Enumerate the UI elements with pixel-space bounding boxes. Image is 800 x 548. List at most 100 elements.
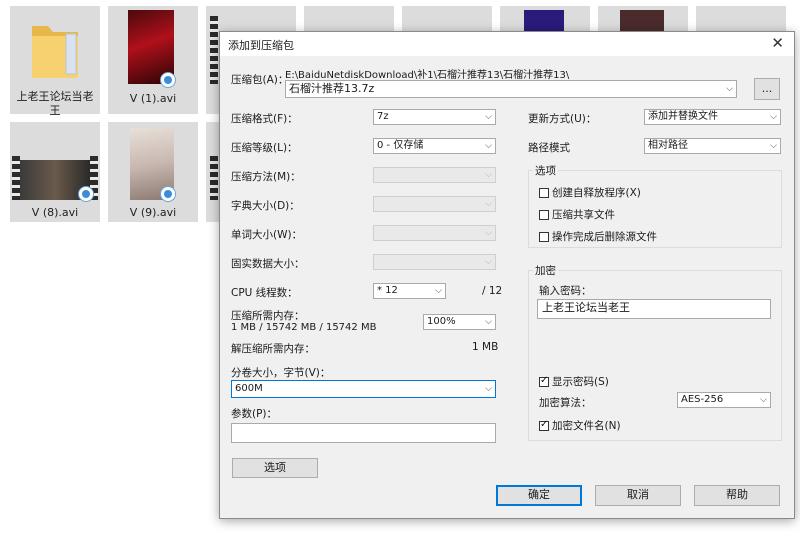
checkbox-checked-icon [539,419,549,431]
demem-value: 1 MB [472,341,499,353]
params-input[interactable] [231,423,496,443]
archive-path: E:\BaiduNetdiskDownload\补1\石榴汁推荐13\石榴汁推荐… [285,70,570,81]
file-tile-v8[interactable]: V (8).avi [10,122,100,222]
method-label: 压缩方法(M)： [231,171,301,183]
chevron-down-icon: ⌵ [770,112,777,122]
chevron-down-icon: ⌵ [485,141,492,151]
close-icon[interactable]: ✕ [771,34,784,52]
film-strip-icon [210,16,218,84]
chevron-down-icon: ⌵ [485,112,492,122]
delete-checkbox[interactable]: 操作完成后删除源文件 [539,229,657,244]
archive-name-combo[interactable]: 石榴汁推荐13.7z ⌵ [285,80,737,98]
level-select[interactable]: 0 - 仅存储 ⌵ [373,138,496,154]
add-to-archive-dialog: 添加到压缩包 ✕ 压缩包(A)： E:\BaiduNetdiskDownload… [219,31,795,519]
format-label: 压缩格式(F)： [231,113,298,125]
file-name: V (9).avi [129,206,177,219]
dict-label: 字典大小(D)： [231,200,300,212]
archive-label: 压缩包(A)： [231,74,289,86]
sfx-label: 创建自释放程序(X) [552,187,641,199]
cancel-button[interactable]: 取消 [595,485,681,506]
chevron-down-icon: ⌵ [485,257,492,267]
update-label: 更新方式(U)： [528,113,597,125]
shortcut-badge-icon [160,186,176,202]
encryption-method-label: 加密算法： [539,397,592,409]
update-select[interactable]: 添加并替换文件 ⌵ [644,109,781,125]
update-value: 添加并替换文件 [648,111,718,122]
sfx-checkbox[interactable]: 创建自释放程序(X) [539,185,641,200]
path-mode-value: 相对路径 [648,140,688,151]
mem-detail: 1 MB / 15742 MB / 15742 MB [231,322,377,333]
file-tile-partial[interactable] [500,6,590,32]
file-tile-partial[interactable] [304,6,394,32]
path-mode-label: 路径模式 [528,142,570,154]
show-password-checkbox[interactable]: 显示密码(S) [539,374,609,389]
cpu-select[interactable]: * 12 ⌵ [373,283,446,299]
chevron-down-icon: ⌵ [485,228,492,238]
checkbox-icon [539,210,549,220]
shared-checkbox[interactable]: 压缩共享文件 [539,207,615,222]
shortcut-badge-icon [78,186,94,202]
file-tile-v9[interactable]: V (9).avi [108,122,198,222]
encrypt-names-label: 加密文件名(N) [552,420,621,432]
help-button[interactable]: 帮助 [694,485,780,506]
format-select[interactable]: 7z ⌵ [373,109,496,125]
mem-label: 压缩所需内存： [231,310,305,322]
shortcut-badge-icon [160,72,176,88]
mem-percent-value: 100% [427,316,456,327]
method-select[interactable]: ⌵ [373,167,496,183]
film-strip-icon [12,156,20,200]
options-button[interactable]: 选项 [232,458,318,478]
checkbox-icon [539,232,549,242]
chevron-down-icon: ⌵ [435,286,442,296]
cpu-max: / 12 [482,285,503,297]
chevron-down-icon: ⌵ [485,170,492,180]
encryption-group-title: 加密 [533,263,558,278]
chevron-down-icon: ⌵ [485,384,492,394]
level-label: 压缩等级(L)： [231,142,298,154]
title-bar[interactable]: 添加到压缩包 ✕ [220,32,794,56]
file-tile-partial[interactable] [696,6,786,32]
solid-select[interactable]: ⌵ [373,254,496,270]
file-tile-v1[interactable]: V (1).avi [108,6,198,114]
chevron-down-icon: ⌵ [760,395,767,405]
password-label: 输入密码： [539,285,592,297]
delete-label: 操作完成后删除源文件 [552,231,657,243]
params-label: 参数(P)： [231,408,278,420]
file-tile-partial[interactable] [598,6,688,32]
chevron-down-icon: ⌵ [485,317,492,327]
show-password-label: 显示密码(S) [552,376,609,388]
encrypt-names-checkbox[interactable]: 加密文件名(N) [539,418,621,433]
film-strip-icon [210,156,218,200]
password-input[interactable]: 上老王论坛当老王 [537,299,771,319]
chevron-down-icon: ⌵ [770,141,777,151]
word-select[interactable]: ⌵ [373,225,496,241]
checkbox-icon [539,188,549,198]
dict-select[interactable]: ⌵ [373,196,496,212]
volume-combo[interactable]: 600M ⌵ [231,380,496,398]
checkbox-checked-icon [539,375,549,387]
ok-button[interactable]: 确定 [496,485,582,506]
folder-icon [32,26,78,78]
format-value: 7z [377,111,389,122]
video-thumbnail [620,10,664,32]
volume-value: 600M [235,383,263,394]
encryption-method-value: AES-256 [681,394,724,405]
dialog-title: 添加到压缩包 [228,39,294,52]
encryption-method-select[interactable]: AES-256 ⌵ [677,392,771,408]
file-tile-folder[interactable]: 上老王论坛当老王 [10,6,100,117]
chevron-down-icon: ⌵ [485,199,492,209]
chevron-down-icon[interactable]: ⌵ [726,81,733,97]
browse-button[interactable]: ... [754,78,780,100]
file-tile-partial[interactable] [402,6,492,32]
file-name: V (1).avi [129,92,177,105]
archive-name-value: 石榴汁推荐13.7z [289,82,375,95]
word-label: 单词大小(W)： [231,229,303,241]
cpu-label: CPU 线程数： [231,287,298,299]
file-name: 上老王论坛当老王 [16,90,94,117]
level-value: 0 - 仅存储 [377,140,424,151]
mem-percent-select[interactable]: 100% ⌵ [423,314,496,330]
solid-label: 固实数据大小： [231,258,305,270]
options-group-title: 选项 [533,163,558,178]
path-mode-select[interactable]: 相对路径 ⌵ [644,138,781,154]
file-name: V (8).avi [31,206,79,219]
